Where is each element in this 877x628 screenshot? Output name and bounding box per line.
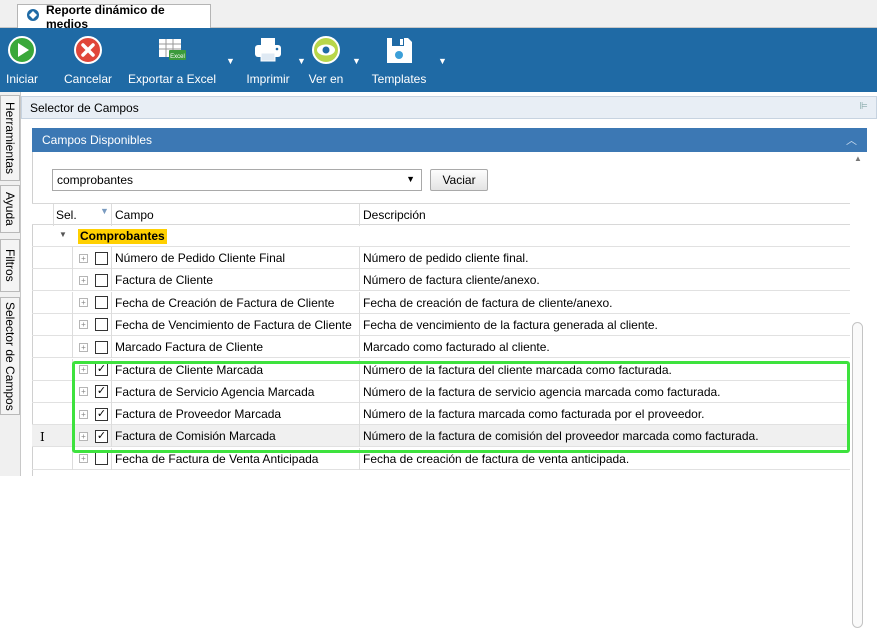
descripcion-cell: Fecha de vencimiento de la factura gener… (363, 317, 658, 332)
ver-en-dropdown-icon[interactable]: ▼ (352, 56, 361, 66)
expand-row-icon[interactable]: + (79, 409, 88, 419)
campo-cell: Marcado Factura de Cliente (115, 340, 264, 355)
document-tabstrip: Reporte dinámico de medios (0, 0, 877, 31)
svg-text:Excel: Excel (170, 54, 185, 60)
row-select-checkbox[interactable] (95, 452, 108, 466)
column-header-descripcion[interactable]: Descripción (363, 204, 763, 226)
group-row-comprobantes[interactable]: ▼ Comprobantes (32, 225, 850, 247)
row-select-checkbox[interactable] (95, 318, 108, 332)
descripcion-cell: Fecha de creación de factura de cliente/… (363, 295, 613, 310)
tab-ayuda[interactable]: Ayuda (0, 185, 20, 233)
ver-en-button[interactable]: Ver en (304, 28, 348, 92)
tab-selector-de-campos[interactable]: Selector de Campos (0, 297, 20, 415)
cancelar-button[interactable]: Cancelar (58, 28, 118, 92)
imprimir-button[interactable]: Imprimir (240, 28, 296, 92)
campo-cell: Fecha de Creación de Factura de Cliente (115, 295, 335, 310)
table-row[interactable]: + Fecha de Factura de Venta Anticipada Fec… (32, 447, 850, 470)
table-row[interactable]: + ✓ Factura de Proveedor Marcada Número de … (32, 403, 850, 426)
vertical-scrollbar[interactable]: ▲ (850, 152, 867, 628)
row-select-checkbox[interactable]: ✓ (95, 385, 108, 399)
campo-cell: Número de Pedido Cliente Final (115, 251, 286, 265)
table-row[interactable]: + Número de Pedido Cliente Final Número de… (32, 247, 850, 269)
expand-row-icon[interactable]: + (79, 342, 88, 352)
tab-filtros[interactable]: Filtros (0, 239, 20, 292)
pin-icon[interactable]: ⊫ (859, 101, 868, 112)
campos-disponibles-header[interactable]: Campos Disponibles ︿ (32, 128, 867, 152)
campo-cell: Fecha de Factura de Venta Anticipada (115, 451, 319, 466)
table-row[interactable]: + ✓ Factura de Servicio Agencia Marcada Núm… (32, 380, 850, 403)
group-label: Comprobantes (78, 228, 167, 244)
campo-cell: Factura de Cliente Marcada (115, 362, 264, 377)
text-cursor-icon: I (40, 430, 45, 444)
filter-icon[interactable]: ▼ (100, 206, 109, 216)
expand-row-icon[interactable]: + (79, 275, 88, 285)
exportar-dropdown-icon[interactable]: ▼ (226, 56, 235, 66)
row-select-checkbox[interactable]: ✓ (95, 407, 108, 421)
selector-de-campos-header: Selector de Campos ⊫ (21, 96, 877, 119)
expand-row-icon[interactable]: + (79, 253, 88, 263)
descripcion-cell: Número de pedido cliente final. (363, 251, 529, 265)
row-select-checkbox[interactable]: ✓ (95, 429, 108, 443)
descripcion-cell: Número de factura cliente/anexo. (363, 273, 540, 288)
campo-cell: Factura de Comisión Marcada (115, 429, 276, 444)
table-row[interactable]: + Marcado Factura de Cliente Marcado como … (32, 336, 850, 359)
scroll-thumb[interactable] (852, 322, 863, 628)
table-row[interactable]: + ✓ Factura de Comisión Marcada Número de l… (32, 425, 850, 448)
row-select-checkbox[interactable] (95, 273, 108, 287)
tab-title: Reporte dinámico de medios (46, 2, 165, 31)
table-row[interactable]: + Fecha de Creación de Factura de Cliente… (32, 291, 850, 314)
expand-row-icon[interactable]: + (79, 387, 88, 397)
templates-button[interactable]: Templates (366, 28, 432, 92)
expand-group-icon[interactable]: ▼ (59, 230, 67, 239)
campo-cell: Factura de Cliente (115, 273, 214, 288)
expand-row-icon[interactable]: + (79, 298, 88, 308)
table-row[interactable]: + ✓ Factura de Cliente Marcada Número de la… (32, 358, 850, 381)
cancel-icon (72, 34, 104, 66)
save-template-icon (383, 34, 415, 66)
column-header-sel[interactable]: Sel. (56, 204, 106, 226)
campo-cell: Factura de Servicio Agencia Marcada (115, 384, 315, 399)
chevron-down-icon[interactable]: ▼ (406, 174, 415, 184)
vaciar-button[interactable]: Vaciar (430, 169, 488, 191)
tab-reporte[interactable]: Reporte dinámico de medios (17, 2, 211, 31)
side-tab-strip: Herramientas Ayuda Filtros Selector de C… (0, 92, 21, 476)
printer-icon (252, 34, 284, 66)
play-icon (6, 34, 38, 66)
descripcion-cell: Fecha de creación de factura de venta an… (363, 451, 630, 466)
eye-icon (310, 34, 342, 66)
column-header-campo[interactable]: Campo (115, 204, 355, 226)
grid-header-row: Sel. ▼ Campo Descripción (32, 203, 850, 226)
panel-title: Selector de Campos (30, 100, 139, 115)
scroll-up-icon[interactable]: ▲ (854, 154, 862, 163)
row-select-checkbox[interactable] (95, 251, 108, 265)
templates-dropdown-icon[interactable]: ▼ (438, 56, 447, 66)
iniciar-button[interactable]: Iniciar (2, 28, 42, 92)
row-select-checkbox[interactable]: ✓ (95, 363, 108, 376)
exportar-excel-button[interactable]: Excel Exportar a Excel (123, 28, 221, 92)
row-select-checkbox[interactable] (95, 340, 108, 354)
campo-cell: Fecha de Vencimiento de Factura de Clien… (115, 317, 352, 332)
descripcion-cell: Número de la factura de comisión del pro… (363, 429, 759, 444)
expand-row-icon[interactable]: + (79, 454, 88, 464)
chevron-up-icon[interactable]: ︿ (846, 132, 857, 148)
descripcion-cell: Número de la factura marcada como factur… (363, 407, 705, 422)
expand-row-icon[interactable]: + (79, 431, 88, 441)
app-icon (26, 8, 40, 25)
table-row[interactable]: + Factura de Cliente Número de factura cli… (32, 269, 850, 292)
descripcion-cell: Número de la factura de servicio agencia… (363, 384, 721, 399)
table-row[interactable]: + Fecha de Vencimiento de Factura de Clie… (32, 313, 850, 336)
expand-row-icon[interactable]: + (79, 320, 88, 330)
ribbon-toolbar: Iniciar Cancelar Excel Exportar a Excel … (0, 28, 877, 92)
combobox-value: comprobantes (57, 173, 134, 187)
campos-filter-combobox[interactable]: comprobantes ▼ (52, 169, 422, 191)
descripcion-cell: Número de la factura del cliente marcada… (363, 362, 672, 377)
descripcion-cell: Marcado como facturado al cliente. (363, 340, 550, 355)
row-select-checkbox[interactable] (95, 296, 108, 310)
section-title: Campos Disponibles (42, 133, 153, 147)
campo-cell: Factura de Proveedor Marcada (115, 407, 282, 422)
expand-row-icon[interactable]: + (79, 365, 88, 374)
excel-icon: Excel (156, 34, 188, 66)
tab-herramientas[interactable]: Herramientas (0, 95, 20, 181)
